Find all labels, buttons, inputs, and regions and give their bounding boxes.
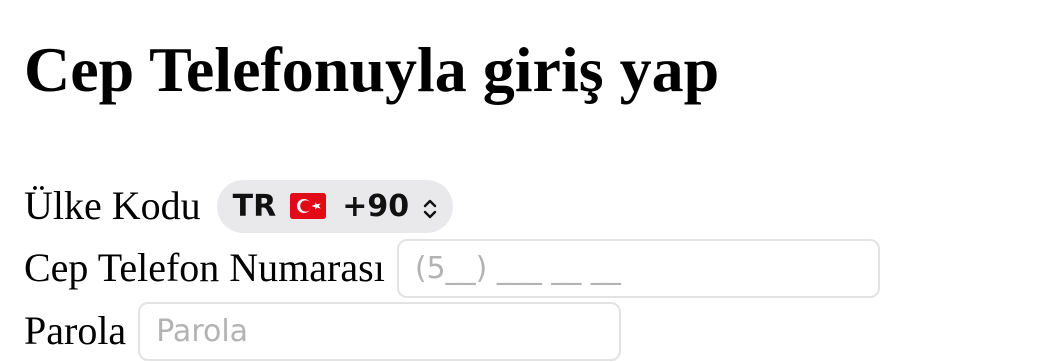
password-row: Parola <box>24 301 622 361</box>
country-code-row: Ülke Kodu TR +90 <box>24 178 454 234</box>
phone-number-input[interactable] <box>396 238 880 298</box>
country-code-label: Ülke Kodu <box>24 183 201 228</box>
dial-code-value: +90 <box>342 188 410 224</box>
password-input[interactable] <box>138 301 622 361</box>
password-label: Parola <box>24 308 127 353</box>
phone-number-label: Cep Telefon Numarası <box>24 245 385 290</box>
country-code-value: TR <box>232 188 277 224</box>
phone-row: Cep Telefon Numarası <box>24 238 880 298</box>
updown-chevron-icon <box>423 194 437 219</box>
page-title: Cep Telefonuyla giriş yap <box>24 34 720 105</box>
country-code-select[interactable]: TR +90 <box>216 179 454 233</box>
turkey-flag-icon <box>290 193 327 219</box>
